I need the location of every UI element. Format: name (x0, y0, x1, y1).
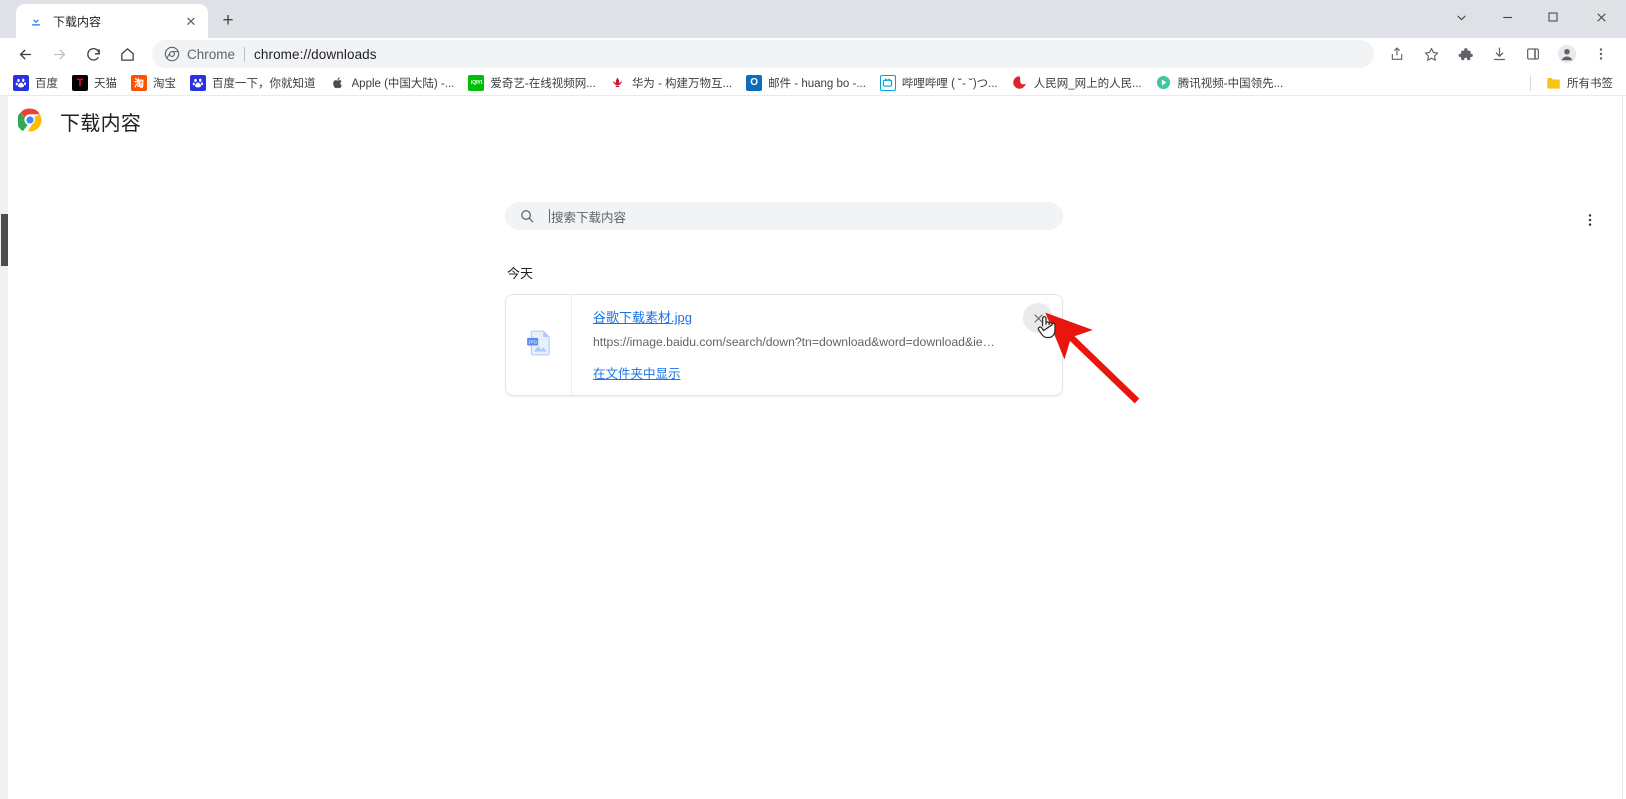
extensions-puzzle-icon[interactable] (1450, 39, 1480, 69)
chrome-badge: Chrome (164, 46, 235, 62)
chrome-logo-icon (16, 108, 42, 132)
profile-avatar-icon[interactable] (1552, 39, 1582, 69)
bookmark-item[interactable]: 哔哩哔哩 ( ˘- ˘)つ... (873, 72, 1005, 94)
bookmarks-separator (1530, 74, 1531, 91)
baidu-icon (190, 74, 206, 91)
search-icon (519, 208, 535, 224)
baidu-icon (13, 74, 29, 91)
bookmark-label: 百度一下，你就知道 (212, 77, 316, 90)
browser-window: 下载内容 ✕ + Chrome chrome://downloads 百度 T … (0, 0, 1626, 799)
download-filename-link[interactable]: 谷歌下载素材.jpg (593, 307, 692, 326)
bookmark-item[interactable]: O 邮件 - huang bo -... (739, 72, 873, 94)
chrome-logo-icon (164, 46, 180, 62)
browser-tab-downloads[interactable]: 下载内容 ✕ (16, 4, 208, 38)
bookmark-label: 天猫 (94, 77, 117, 90)
folder-icon (1545, 75, 1561, 91)
apple-icon (330, 75, 346, 91)
window-close-button[interactable] (1576, 0, 1626, 34)
mouse-cursor (1036, 314, 1058, 347)
bookmark-label: 爱奇艺-在线视频网... (490, 77, 596, 90)
bookmark-star-icon[interactable] (1416, 39, 1446, 69)
omnibox-separator (244, 46, 246, 62)
bookmark-label: 腾讯视频-中国领先... (1177, 77, 1284, 90)
outlook-glyph: O (750, 77, 759, 88)
page-title: 下载内容 (60, 113, 142, 135)
home-button[interactable] (112, 39, 142, 69)
tab-strip: 下载内容 ✕ + (0, 0, 1626, 38)
bookmark-label: 邮件 - huang bo -... (768, 77, 866, 90)
tencent-video-icon (1156, 75, 1172, 91)
minimize-button[interactable] (1484, 0, 1530, 34)
iqiyi-icon: iQIYI (468, 74, 485, 91)
tab-close-icon[interactable]: ✕ (182, 12, 200, 30)
omnibox-chip-label: Chrome (187, 46, 236, 62)
jpg-image-file-icon: JPG (522, 326, 556, 365)
svg-text:JPG: JPG (528, 339, 537, 344)
show-in-folder-link[interactable]: 在文件夹中显示 (593, 363, 681, 382)
share-icon[interactable] (1382, 39, 1412, 69)
all-bookmarks-button[interactable]: 所有书签 (1538, 72, 1620, 94)
search-downloads-field[interactable]: 搜索下载内容 (505, 202, 1063, 230)
forward-button[interactable] (44, 39, 74, 69)
side-panel-icon[interactable] (1518, 39, 1548, 69)
taobao-icon: 淘 (131, 74, 147, 91)
bookmark-item[interactable]: iQIYI 爱奇艺-在线视频网... (461, 72, 602, 94)
toolbar-actions (1380, 39, 1618, 69)
download-item-info: 谷歌下载素材.jpg https://image.baidu.com/searc… (572, 295, 1062, 395)
downloads-icon[interactable] (1484, 39, 1514, 69)
bookmark-item[interactable]: 百度一下，你就知道 (183, 72, 323, 94)
bookmark-item[interactable]: 腾讯视频-中国领先... (1149, 72, 1290, 94)
text-caret (549, 209, 550, 223)
tab-title: 下载内容 (53, 14, 102, 29)
download-source-url: https://image.baidu.com/search/down?tn=d… (593, 335, 1001, 349)
bookmark-label: 百度 (35, 77, 58, 90)
bilibili-icon (879, 74, 896, 91)
downloads-group-label: 今天 (507, 266, 534, 281)
page-scrollbar-thumb[interactable] (1, 214, 8, 266)
maximize-button[interactable] (1530, 0, 1576, 34)
bookmark-item[interactable]: Apple (中国大陆) -... (323, 72, 462, 94)
bookmark-label: 淘宝 (153, 77, 176, 90)
downloads-page: 下载内容 搜索下载内容 今天 JPG 谷歌下载素材.jpg https://im… (0, 96, 1626, 799)
window-right-edge (1622, 96, 1626, 799)
page-scrollbar-track[interactable] (0, 96, 8, 799)
window-controls (1438, 0, 1626, 34)
file-icon-column: JPG (506, 295, 572, 395)
new-tab-button[interactable]: + (214, 7, 242, 35)
bookmark-item[interactable]: 华为 - 构建万物互... (603, 72, 739, 94)
all-bookmarks-label: 所有书签 (1567, 77, 1613, 90)
tmall-glyph: T (76, 76, 84, 89)
bookmark-label: 人民网_网上的人民... (1033, 77, 1142, 90)
reload-button[interactable] (78, 39, 108, 69)
download-item-card: JPG 谷歌下载素材.jpg https://image.baidu.com/s… (505, 294, 1063, 396)
huawei-icon (610, 75, 626, 91)
tmall-icon: T (72, 74, 88, 91)
bookmark-label: Apple (中国大陆) -... (351, 77, 455, 90)
tab-search-button[interactable] (1438, 0, 1484, 34)
download-icon (28, 13, 44, 29)
browser-toolbar: Chrome chrome://downloads (0, 38, 1626, 70)
bookmark-item[interactable]: 人民网_网上的人民... (1005, 72, 1149, 94)
search-placeholder: 搜索下载内容 (551, 210, 627, 225)
omnibox-url-text[interactable]: chrome://downloads (254, 47, 377, 62)
iqiyi-glyph: iQIYI (470, 79, 482, 86)
back-button[interactable] (10, 39, 40, 69)
address-bar[interactable]: Chrome chrome://downloads (152, 40, 1374, 68)
bookmark-item[interactable]: 淘 淘宝 (124, 72, 183, 94)
bookmark-item[interactable]: T 天猫 (65, 72, 124, 94)
bookmarks-bar: 百度 T 天猫 淘 淘宝 百度一下，你就知道 Apple (中国大陆) -... (0, 70, 1626, 96)
bookmark-label: 华为 - 构建万物互... (631, 77, 733, 90)
kebab-menu-icon[interactable] (1578, 208, 1602, 232)
outlook-icon: O (746, 74, 763, 91)
people-daily-icon (1012, 75, 1028, 91)
browser-menu-icon[interactable] (1586, 39, 1616, 69)
bookmark-label: 哔哩哔哩 ( ˘- ˘)つ... (901, 77, 998, 90)
bookmark-item[interactable]: 百度 (6, 72, 65, 94)
taobao-glyph: 淘 (134, 79, 144, 90)
